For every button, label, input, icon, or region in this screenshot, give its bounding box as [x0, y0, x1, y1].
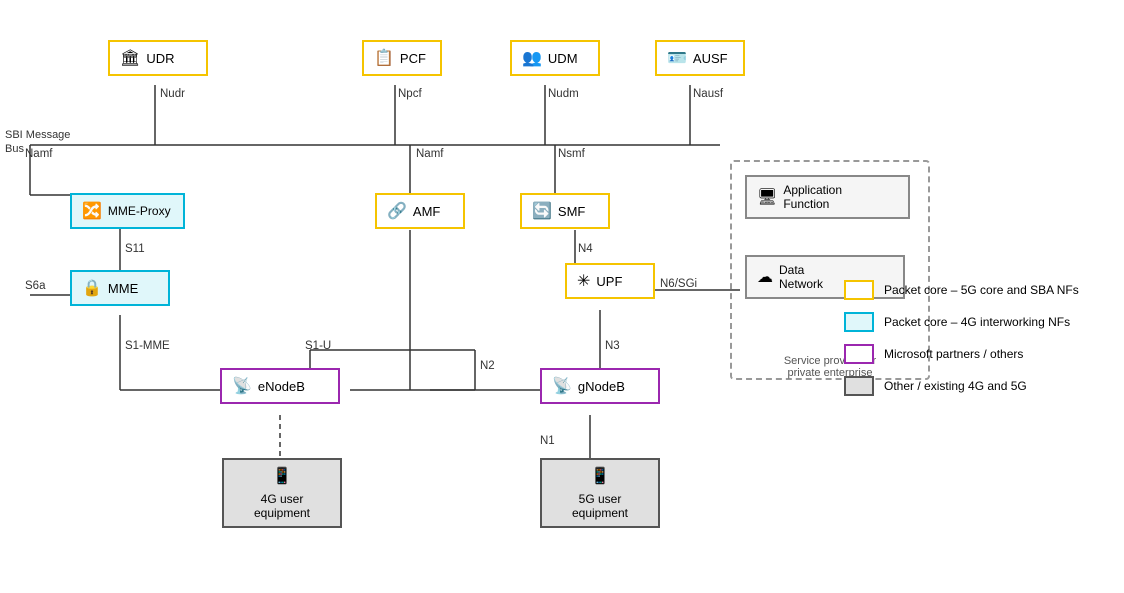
node-enodeb: 📡 eNodeB: [220, 368, 340, 404]
legend-label-cyan: Packet core – 4G interworking NFs: [884, 315, 1070, 329]
label-n6-sgi: N6/SGi: [660, 278, 697, 290]
ausf-icon: 🪪: [667, 48, 687, 68]
label-n4: N4: [578, 243, 593, 255]
amf-label: AMF: [413, 204, 440, 219]
enodeb-icon: 📡: [232, 376, 252, 396]
legend-item-dark: Other / existing 4G and 5G: [844, 376, 1104, 396]
ausf-label: AUSF: [693, 51, 728, 66]
mme-proxy-icon: 🔀: [82, 201, 102, 221]
node-5g-ue: 📱 5G userequipment: [540, 458, 660, 528]
node-smf: 🔄 SMF: [520, 193, 610, 229]
node-4g-ue: 📱 4G userequipment: [222, 458, 342, 528]
diagram-container: 🏛 UDR 📋 PCF 👥 UDM 🪪 AUSF 🔀 MME-Proxy 🔒 M…: [0, 0, 1124, 593]
legend-label-purple: Microsoft partners / others: [884, 347, 1023, 361]
mme-icon: 🔒: [82, 278, 102, 298]
label-nausf: Nausf: [693, 88, 723, 100]
udm-label: UDM: [548, 51, 578, 66]
node-mme: 🔒 MME: [70, 270, 170, 306]
node-amf: 🔗 AMF: [375, 193, 465, 229]
legend-item-yellow: Packet core – 5G core and SBA NFs: [844, 280, 1104, 300]
node-gnodeb: 📡 gNodeB: [540, 368, 660, 404]
smf-icon: 🔄: [532, 201, 552, 221]
label-s11: S11: [125, 243, 145, 255]
node-udm: 👥 UDM: [510, 40, 600, 76]
4g-ue-icon: 📱: [272, 466, 292, 486]
mme-label: MME: [108, 281, 138, 296]
legend-box-purple: [844, 344, 874, 364]
legend: Packet core – 5G core and SBA NFs Packet…: [844, 280, 1104, 408]
af-label: ApplicationFunction: [783, 183, 842, 211]
5g-ue-icon: 📱: [590, 466, 610, 486]
gnodeb-icon: 📡: [552, 376, 572, 396]
pcf-label: PCF: [400, 51, 426, 66]
label-n1: N1: [540, 435, 555, 447]
legend-item-cyan: Packet core – 4G interworking NFs: [844, 312, 1104, 332]
node-pcf: 📋 PCF: [362, 40, 442, 76]
label-nudm: Nudm: [548, 88, 579, 100]
4g-ue-label: 4G userequipment: [254, 492, 310, 520]
af-icon: 🖥: [757, 187, 777, 207]
udm-icon: 👥: [522, 48, 542, 68]
legend-label-dark: Other / existing 4G and 5G: [884, 379, 1027, 393]
node-upf: ✳ UPF: [565, 263, 655, 299]
legend-item-purple: Microsoft partners / others: [844, 344, 1104, 364]
node-udr: 🏛 UDR: [108, 40, 208, 76]
label-npcf: Npcf: [398, 88, 422, 100]
node-ausf: 🪪 AUSF: [655, 40, 745, 76]
udr-label: UDR: [146, 51, 174, 66]
legend-box-dark: [844, 376, 874, 396]
gnodeb-label: gNodeB: [578, 379, 625, 394]
label-n3: N3: [605, 340, 620, 352]
legend-label-yellow: Packet core – 5G core and SBA NFs: [884, 283, 1079, 297]
label-s1-mme: S1-MME: [125, 340, 170, 352]
pcf-icon: 📋: [374, 48, 394, 68]
node-mme-proxy: 🔀 MME-Proxy: [70, 193, 185, 229]
amf-icon: 🔗: [387, 201, 407, 221]
legend-box-cyan: [844, 312, 874, 332]
label-n2: N2: [480, 360, 495, 372]
upf-icon: ✳: [577, 271, 590, 291]
node-af: 🖥 ApplicationFunction: [745, 175, 910, 219]
mme-proxy-label: MME-Proxy: [108, 204, 171, 218]
5g-ue-label: 5G userequipment: [572, 492, 628, 520]
dn-label: DataNetwork: [779, 263, 823, 291]
smf-label: SMF: [558, 204, 585, 219]
upf-label: UPF: [596, 274, 622, 289]
label-nsmf: Nsmf: [558, 148, 585, 160]
dn-icon: ☁: [757, 267, 773, 287]
enodeb-label: eNodeB: [258, 379, 305, 394]
legend-box-yellow: [844, 280, 874, 300]
udr-icon: 🏛: [120, 48, 140, 68]
label-s1-u: S1-U: [305, 340, 331, 352]
label-namf2: Namf: [416, 148, 443, 160]
label-nudr: Nudr: [160, 88, 185, 100]
label-sbi: SBI MessageBus: [5, 128, 70, 157]
label-s6a: S6a: [25, 280, 45, 292]
